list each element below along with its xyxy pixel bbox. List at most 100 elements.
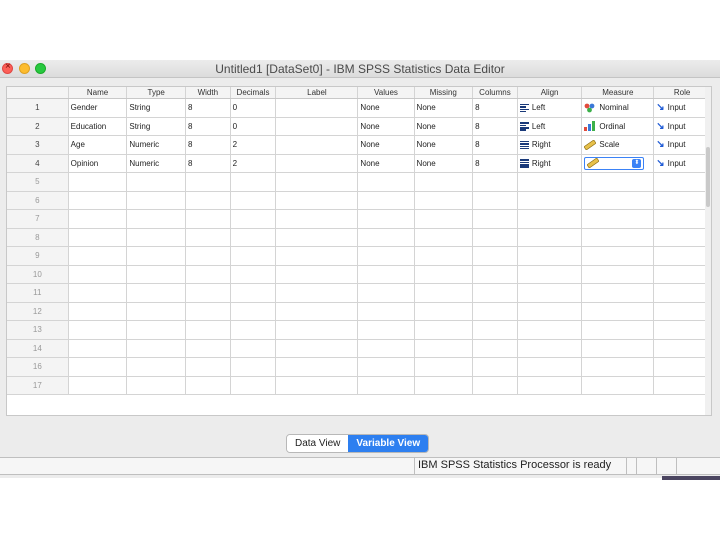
empty-cell[interactable] bbox=[357, 246, 415, 266]
empty-cell[interactable] bbox=[230, 209, 277, 229]
row-number[interactable]: 17 bbox=[7, 376, 69, 395]
cell-type[interactable]: String bbox=[126, 98, 186, 118]
row-number[interactable]: 4 bbox=[7, 154, 69, 173]
empty-cell[interactable] bbox=[414, 191, 474, 210]
cell-align[interactable]: Left bbox=[517, 98, 583, 118]
empty-cell[interactable] bbox=[653, 357, 711, 377]
cell-decimals[interactable]: 0 bbox=[230, 98, 277, 118]
empty-cell[interactable] bbox=[185, 339, 231, 358]
empty-cell[interactable] bbox=[414, 376, 474, 395]
row-number[interactable]: 7 bbox=[7, 209, 69, 229]
empty-cell[interactable] bbox=[472, 265, 518, 284]
cell-width[interactable]: 8 bbox=[185, 154, 231, 173]
empty-cell[interactable] bbox=[517, 339, 583, 358]
empty-cell[interactable] bbox=[230, 320, 277, 340]
empty-cell[interactable] bbox=[126, 209, 186, 229]
empty-cell[interactable] bbox=[472, 376, 518, 395]
cell-width[interactable]: 8 bbox=[185, 117, 231, 136]
empty-cell[interactable] bbox=[185, 191, 231, 210]
empty-cell[interactable] bbox=[653, 265, 711, 284]
empty-cell[interactable] bbox=[472, 302, 518, 321]
empty-cell[interactable] bbox=[275, 339, 359, 358]
cell-missing[interactable]: None bbox=[414, 98, 474, 118]
cell-columns[interactable]: 8 bbox=[472, 135, 518, 155]
empty-cell[interactable] bbox=[126, 302, 186, 321]
empty-cell[interactable] bbox=[581, 246, 655, 266]
empty-cell[interactable] bbox=[472, 283, 518, 303]
column-header-type[interactable]: Type bbox=[126, 87, 186, 99]
cell-missing[interactable]: None bbox=[414, 117, 474, 136]
empty-cell[interactable] bbox=[581, 302, 655, 321]
empty-cell[interactable] bbox=[414, 357, 474, 377]
empty-cell[interactable] bbox=[517, 172, 583, 192]
empty-cell[interactable] bbox=[517, 246, 583, 266]
empty-cell[interactable] bbox=[581, 191, 655, 210]
empty-cell[interactable] bbox=[357, 209, 415, 229]
empty-cell[interactable] bbox=[185, 265, 231, 284]
empty-cell[interactable] bbox=[68, 376, 128, 395]
empty-cell[interactable] bbox=[653, 172, 711, 192]
row-number[interactable]: 3 bbox=[7, 135, 69, 155]
empty-cell[interactable] bbox=[581, 265, 655, 284]
cell-role[interactable]: ↘ Input bbox=[653, 117, 711, 136]
empty-cell[interactable] bbox=[126, 283, 186, 303]
empty-cell[interactable] bbox=[126, 339, 186, 358]
row-number[interactable]: 6 bbox=[7, 191, 69, 210]
empty-cell[interactable] bbox=[185, 302, 231, 321]
cell-values[interactable]: None bbox=[357, 98, 415, 118]
empty-cell[interactable] bbox=[414, 320, 474, 340]
empty-cell[interactable] bbox=[275, 246, 359, 266]
tab-variable-view[interactable]: Variable View bbox=[348, 435, 429, 452]
column-header-decimals[interactable]: Decimals bbox=[230, 87, 277, 99]
cell-decimals[interactable]: 0 bbox=[230, 117, 277, 136]
cell-decimals[interactable]: 2 bbox=[230, 154, 277, 173]
empty-cell[interactable] bbox=[275, 228, 359, 247]
cell-name[interactable]: Age bbox=[68, 135, 128, 155]
row-number[interactable]: 1 bbox=[7, 98, 69, 118]
empty-cell[interactable] bbox=[357, 228, 415, 247]
cell-name[interactable]: Opinion bbox=[68, 154, 128, 173]
empty-cell[interactable] bbox=[653, 339, 711, 358]
empty-cell[interactable] bbox=[653, 228, 711, 247]
empty-cell[interactable] bbox=[275, 283, 359, 303]
empty-cell[interactable] bbox=[275, 357, 359, 377]
empty-cell[interactable] bbox=[357, 283, 415, 303]
tab-data-view[interactable]: Data View bbox=[287, 435, 349, 452]
empty-cell[interactable] bbox=[517, 357, 583, 377]
empty-cell[interactable] bbox=[414, 228, 474, 247]
empty-cell[interactable] bbox=[275, 209, 359, 229]
empty-cell[interactable] bbox=[517, 265, 583, 284]
empty-cell[interactable] bbox=[581, 339, 655, 358]
empty-cell[interactable] bbox=[230, 265, 277, 284]
empty-cell[interactable] bbox=[517, 302, 583, 321]
empty-cell[interactable] bbox=[126, 320, 186, 340]
empty-cell[interactable] bbox=[230, 283, 277, 303]
chevron-updown-icon[interactable]: ⬍ bbox=[632, 158, 642, 168]
empty-cell[interactable] bbox=[185, 283, 231, 303]
column-header-columns[interactable]: Columns bbox=[472, 87, 518, 99]
empty-cell[interactable] bbox=[230, 376, 277, 395]
cell-align[interactable]: Left bbox=[517, 117, 583, 136]
empty-cell[interactable] bbox=[414, 246, 474, 266]
cell-type[interactable]: String bbox=[126, 117, 186, 136]
measure-select[interactable]: ⬍ bbox=[584, 156, 645, 170]
cell-name[interactable]: Gender bbox=[68, 98, 128, 118]
cell-measure[interactable]: ⬍ bbox=[581, 154, 655, 173]
column-header-label[interactable]: Label bbox=[275, 87, 359, 99]
empty-cell[interactable] bbox=[414, 302, 474, 321]
cell-missing[interactable]: None bbox=[414, 135, 474, 155]
empty-cell[interactable] bbox=[357, 357, 415, 377]
empty-cell[interactable] bbox=[357, 172, 415, 192]
empty-cell[interactable] bbox=[68, 191, 128, 210]
vertical-scrollbar[interactable] bbox=[705, 87, 711, 415]
empty-cell[interactable] bbox=[581, 209, 655, 229]
empty-cell[interactable] bbox=[275, 191, 359, 210]
empty-cell[interactable] bbox=[275, 376, 359, 395]
empty-cell[interactable] bbox=[68, 228, 128, 247]
empty-cell[interactable] bbox=[275, 302, 359, 321]
empty-cell[interactable] bbox=[414, 265, 474, 284]
empty-cell[interactable] bbox=[517, 191, 583, 210]
empty-cell[interactable] bbox=[472, 339, 518, 358]
empty-cell[interactable] bbox=[126, 191, 186, 210]
cell-label[interactable] bbox=[275, 117, 359, 136]
